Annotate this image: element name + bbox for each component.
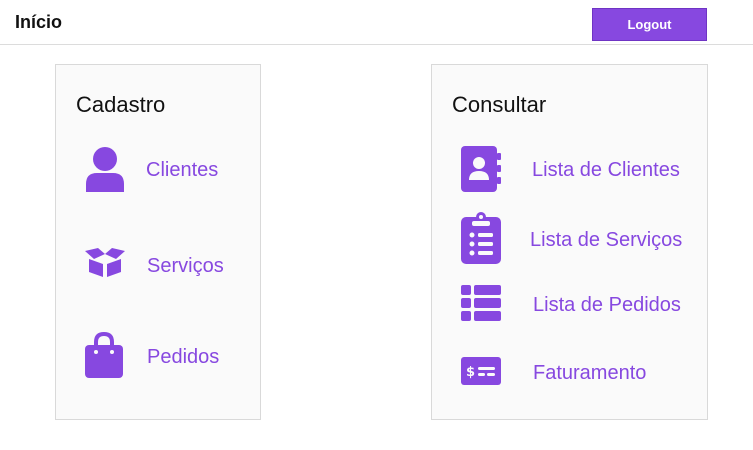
- money-check-icon: $: [461, 357, 501, 385]
- consultar-title: Consultar: [452, 92, 547, 117]
- user-icon: [84, 146, 126, 192]
- consultar-item-lista-pedidos[interactable]: Lista de Pedidos: [432, 283, 709, 328]
- consultar-item-lista-clientes[interactable]: Lista de Clientes: [432, 143, 709, 197]
- cadastro-item-label: Clientes: [146, 159, 219, 181]
- address-book-icon: [461, 146, 501, 192]
- cadastro-item-clientes[interactable]: Clientes: [56, 143, 262, 197]
- logout-button[interactable]: Logout: [592, 8, 707, 41]
- consultar-item-lista-servicos[interactable]: Lista de Serviços: [432, 210, 709, 265]
- consultar-item-label: Lista de Serviços: [530, 229, 683, 251]
- cadastro-title: Cadastro: [76, 92, 166, 117]
- cadastro-item-servicos[interactable]: Serviços: [56, 240, 262, 290]
- top-bar: Início Logout: [0, 0, 753, 45]
- clipboard-list-icon: [461, 212, 501, 264]
- table-list-icon: [461, 285, 501, 321]
- consultar-item-label: Lista de Clientes: [532, 159, 680, 181]
- page-title: Início: [15, 12, 63, 32]
- svg-text:$: $: [466, 365, 475, 380]
- cadastro-item-pedidos[interactable]: Pedidos: [56, 330, 262, 382]
- consultar-item-label: Lista de Pedidos: [533, 294, 681, 316]
- consultar-card: Consultar Lista de Clientes Lista de Ser…: [431, 64, 708, 420]
- cadastro-card: Cadastro Clientes Serviços Pedidos: [55, 64, 261, 420]
- consultar-item-faturamento[interactable]: $ Faturamento: [432, 350, 709, 395]
- consultar-item-label: Faturamento: [533, 362, 647, 384]
- cadastro-item-label: Pedidos: [147, 346, 220, 368]
- shopping-bag-icon: [83, 332, 125, 378]
- open-box-icon: [84, 248, 126, 278]
- cadastro-item-label: Serviços: [147, 255, 224, 277]
